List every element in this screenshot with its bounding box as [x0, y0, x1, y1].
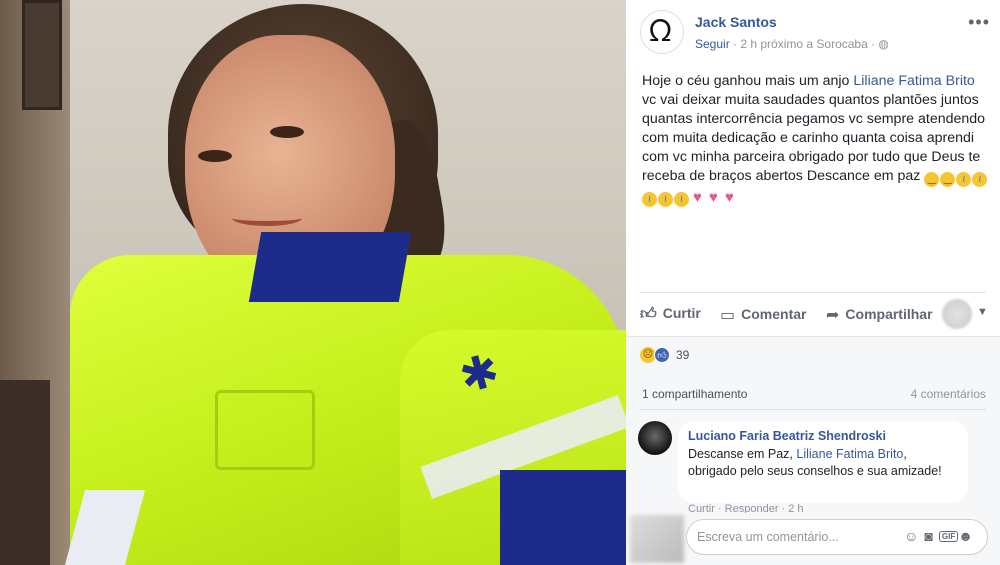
share-as-avatar[interactable] — [942, 299, 972, 329]
photo-mouth — [232, 210, 302, 226]
sticker-icon[interactable]: ☻ — [958, 528, 979, 544]
like-button[interactable]: 👍︎ Curtir — [640, 305, 701, 324]
comment-mention[interactable]: Liliane Fatima Brito — [796, 447, 903, 461]
crying-face-icon: ≀ — [642, 192, 657, 207]
commenter-name[interactable]: Luciano Faria Beatriz Shendroski — [688, 429, 958, 443]
relieved-face-icon: ‿ — [940, 172, 956, 187]
comment-text-before: Descanse em Paz, — [688, 447, 797, 461]
post-text: Hoje o céu ganhou mais um anjo Liliane F… — [642, 72, 992, 207]
crying-face-icon: ≀ — [674, 192, 689, 207]
follow-link[interactable]: Seguir — [695, 37, 730, 51]
photo-collar — [248, 232, 412, 302]
reactions-count: 39 — [676, 348, 690, 362]
relieved-face-icon: ‿ — [924, 172, 940, 187]
crying-face-icon: ≀ — [658, 192, 673, 207]
comment-button[interactable]: ▭ Comentar — [720, 305, 806, 325]
speech-bubble-icon: ▭ — [720, 307, 736, 324]
comment-input-placeholder: Escreva um comentário... — [697, 530, 839, 544]
divider — [640, 409, 986, 410]
share-label: Compartilhar — [845, 306, 933, 322]
current-user-avatar — [630, 515, 684, 563]
post-side-panel: ᘯ Jack Santos Seguir · 2 h próximo a Sor… — [626, 0, 1000, 565]
comment-actions[interactable]: Curtir · Responder · 2 h — [688, 503, 804, 513]
comment-input-icons: ☺◙ GIF ☻ — [904, 528, 979, 544]
post-meta: Seguir · 2 h próximo a Sorocaba · ◍ — [695, 37, 889, 51]
post-actions: 👍︎ Curtir ▭ Comentar ➦ Compartilhar ▼ — [640, 292, 988, 336]
comments-count[interactable]: 4 comentários — [911, 387, 986, 401]
crying-face-icon: ≀ — [956, 172, 972, 187]
comment-bubble: Luciano Faria Beatriz Shendroski Descans… — [678, 421, 968, 503]
camera-icon[interactable]: ◙ — [924, 528, 938, 544]
like-reaction-icon: 👍︎ — [654, 347, 670, 363]
broken-heart-icon: ♥ — [725, 189, 734, 206]
comment-text: Descanse em Paz, Liliane Fatima Brito, o… — [688, 446, 958, 480]
photo-cuff — [500, 470, 626, 565]
mourning-ribbon-icon: ᘯ — [649, 15, 672, 48]
share-arrow-icon: ➦ — [826, 307, 840, 324]
globe-icon: ◍ — [878, 37, 889, 51]
author-avatar[interactable]: ᘯ — [640, 10, 684, 54]
post-mention[interactable]: Liliane Fatima Brito — [853, 73, 974, 89]
broken-heart-icon: ♥ — [709, 189, 718, 206]
write-comment-area: Escreva um comentário... ☺◙ GIF ☻ — [626, 513, 1000, 565]
broken-heart-icon: ♥ — [693, 189, 702, 206]
photo-pocket — [215, 390, 315, 470]
post-time-location: · 2 h próximo a Sorocaba · — [729, 37, 879, 51]
post-feedback: ☹ 👍︎ 39 1 compartilhamento 4 comentários… — [626, 336, 1000, 565]
photo-eye-right — [270, 126, 304, 138]
comment-input[interactable]: Escreva um comentário... ☺◙ GIF ☻ — [686, 519, 988, 555]
gif-icon[interactable]: GIF — [938, 531, 959, 542]
shares-count[interactable]: 1 compartilhamento — [642, 387, 747, 401]
photo-eye-left — [198, 150, 232, 162]
photo-door — [0, 380, 50, 565]
post-text-before: Hoje o céu ganhou mais um anjo — [642, 73, 854, 89]
author-name[interactable]: Jack Santos — [695, 14, 777, 30]
like-label: Curtir — [662, 305, 701, 321]
post-text-after: vc vai deixar muita saudades quantos pla… — [642, 92, 986, 184]
emoji-icon[interactable]: ☺ — [904, 528, 924, 544]
chevron-down-icon[interactable]: ▼ — [977, 306, 988, 318]
commenter-avatar[interactable] — [638, 421, 672, 455]
comment-label: Comentar — [741, 306, 807, 322]
thumbs-up-icon: 👍︎ — [640, 306, 657, 323]
crying-face-icon: ≀ — [972, 172, 988, 187]
post-photo[interactable]: ✱ — [0, 0, 626, 565]
post-header: ᘯ Jack Santos Seguir · 2 h próximo a Sor… — [640, 10, 990, 58]
more-options-icon[interactable]: ••• — [968, 12, 990, 33]
share-button[interactable]: ➦ Compartilhar — [826, 305, 933, 325]
photo-wall-frame — [22, 0, 62, 110]
